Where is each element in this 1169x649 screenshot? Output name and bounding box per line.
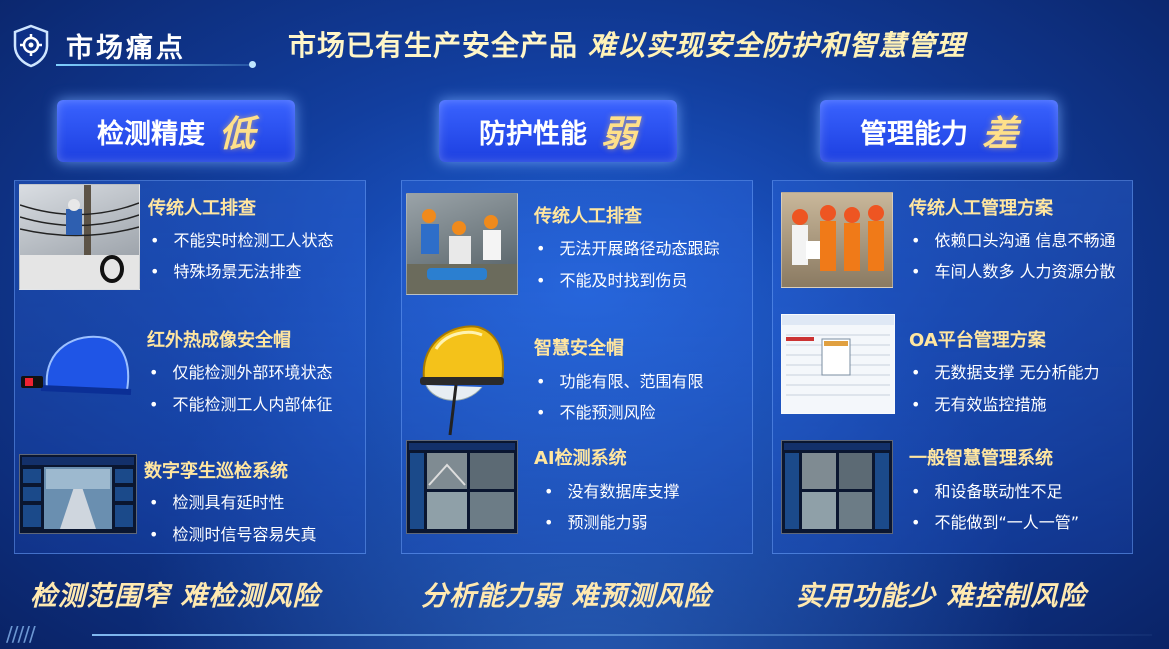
bullet: 车间人数多 人力资源分散 — [909, 258, 1115, 282]
ai-monitor-dashboard — [406, 440, 518, 534]
column-accent: 低 — [218, 113, 255, 155]
item-title: OA平台管理方案 — [909, 330, 1046, 351]
headline: 市场已有生产安全产品 难以实现安全防护和智慧管理 — [288, 24, 965, 64]
column-title: 管理能力 — [859, 118, 968, 150]
section-title: 市场痛点 — [66, 33, 186, 64]
title-underline — [56, 61, 256, 68]
headline-part-b: 难以实现安全防护和智慧管理 — [588, 29, 966, 62]
shield-logo-icon — [13, 24, 49, 68]
column-accent: 差 — [981, 113, 1018, 155]
item-title: AI检测系统 — [534, 448, 627, 469]
panel-detection: 传统人工排查 不能实时检测工人状态 特殊场景无法排查 红外热成像安全帽 仅能检测… — [14, 180, 366, 554]
yellow-smart-helmet — [420, 325, 504, 436]
bullet: 特殊场景无法排查 — [148, 258, 301, 282]
item-title: 红外热成像安全帽 — [147, 330, 291, 351]
bullet: 功能有限、范围有限 — [534, 368, 703, 392]
bullet: 仅能检测外部环境状态 — [147, 359, 332, 383]
smart-management-dashboard — [781, 440, 893, 534]
column-header-protection: 防护性能 弱 — [439, 100, 677, 162]
column-summary: 实用功能少 难控制风险 — [796, 581, 1087, 612]
column-header-management: 管理能力 差 — [820, 100, 1058, 162]
digital-twin-dashboard — [19, 454, 137, 534]
bullet: 没有数据库支撑 — [542, 478, 679, 502]
bottom-divider — [92, 634, 1152, 636]
bullet: 不能实时检测工人状态 — [148, 227, 333, 251]
item-title: 一般智慧管理系统 — [909, 448, 1053, 469]
rescue-workers-photo — [406, 193, 518, 295]
item-title: 传统人工管理方案 — [909, 198, 1053, 219]
bullet: 无有效监控措施 — [909, 391, 1046, 415]
oa-platform-screenshot — [781, 314, 895, 414]
column-title: 防护性能 — [478, 118, 587, 150]
bullet: 预测能力弱 — [542, 509, 647, 533]
column-header-detection: 检测精度 低 — [57, 100, 295, 162]
bullet: 不能检测工人内部体征 — [147, 391, 332, 415]
bullet: 依赖口头沟通 信息不畅通 — [909, 227, 1115, 251]
column-title: 检测精度 — [96, 118, 205, 150]
worker-on-pole-photo — [19, 184, 140, 290]
column-accent: 弱 — [600, 113, 637, 155]
decorative-slashes: ///// — [6, 622, 36, 646]
column-summary: 分析能力弱 难预测风险 — [421, 581, 712, 612]
item-title: 数字孪生巡检系统 — [144, 461, 288, 482]
bullet: 不能做到“一人一管” — [909, 509, 1079, 533]
item-title: 传统人工排查 — [148, 198, 256, 219]
bullet: 检测具有延时性 — [147, 489, 284, 513]
item-title: 传统人工排查 — [534, 206, 642, 227]
workers-meeting-photo — [781, 192, 893, 288]
panel-management: 传统人工管理方案 依赖口头沟通 信息不畅通 车间人数多 人力资源分散 OA平台管… — [772, 180, 1133, 554]
blue-thermal-helmet — [21, 335, 132, 395]
column-summary: 检测范围窄 难检测风险 — [30, 581, 321, 612]
headline-part-a: 市场已有生产安全产品 — [288, 29, 579, 62]
bullet: 不能及时找到伤员 — [534, 267, 687, 291]
bullet: 不能预测风险 — [534, 399, 655, 423]
bullet: 检测时信号容易失真 — [147, 521, 316, 545]
bullet: 无法开展路径动态跟踪 — [534, 235, 719, 259]
item-title: 智慧安全帽 — [534, 338, 624, 359]
panel-protection: 传统人工排查 无法开展路径动态跟踪 不能及时找到伤员 智慧安全帽 功能有限、范围… — [401, 180, 753, 554]
bullet: 无数据支撑 无分析能力 — [909, 359, 1099, 383]
bullet: 和设备联动性不足 — [909, 478, 1062, 502]
